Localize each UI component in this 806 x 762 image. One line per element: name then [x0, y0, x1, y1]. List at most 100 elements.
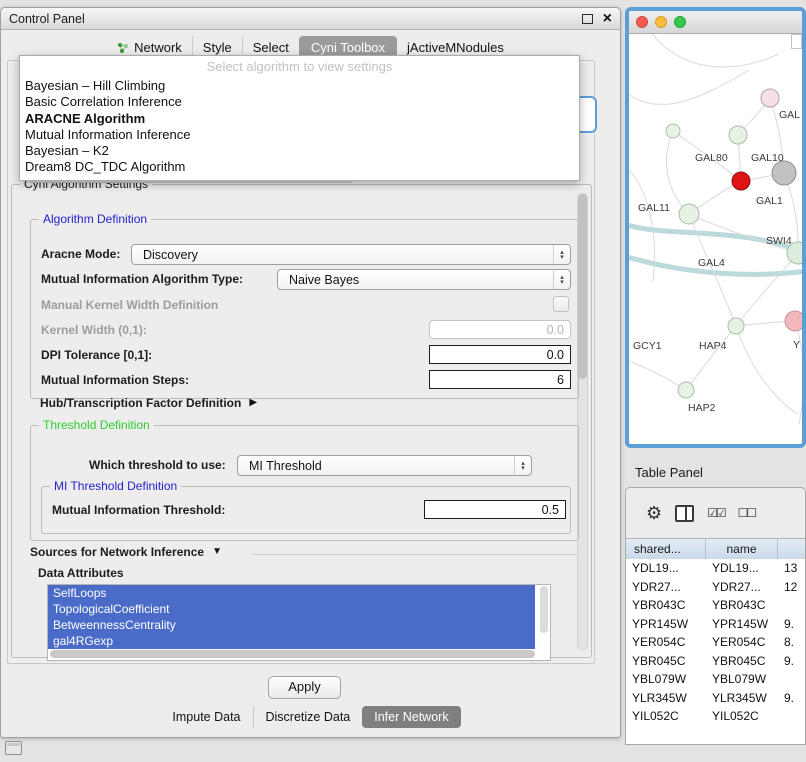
table-cell[interactable]: YBR045C [706, 652, 778, 671]
algorithm-option[interactable]: Dream8 DC_TDC Algorithm [20, 159, 579, 175]
attribute-item[interactable]: gal4RGexp [48, 633, 535, 649]
cyni-algorithm-settings-group: Cyni Algorithm Settings Algorithm Defini… [11, 184, 592, 658]
table-cell[interactable]: YDL19... [706, 559, 778, 578]
table-cell[interactable]: YBR043C [626, 596, 706, 615]
algorithm-option[interactable]: Bayesian – Hill Climbing [20, 78, 579, 94]
table-header: shared... name [626, 538, 805, 561]
table-cell[interactable]: YLR345W [706, 689, 778, 708]
network-node[interactable] [761, 89, 779, 107]
list-horizontal-scrollbar[interactable] [50, 650, 535, 658]
table-cell[interactable]: 12 [778, 578, 805, 597]
table-cell[interactable]: 9. [778, 689, 805, 708]
tab-infer-network[interactable]: Infer Network [362, 706, 460, 728]
apply-button[interactable]: Apply [268, 676, 341, 699]
node-label: GAL4 [698, 257, 725, 269]
table-cell[interactable]: YER054C [706, 633, 778, 652]
network-view-window: GALGAL80GAL10GAL11GAL1SWI4GAL4GCY1HAP4YH… [625, 7, 806, 448]
table-cell[interactable]: YIL052C [706, 707, 778, 726]
sources-section-label: Sources for Network Inference [30, 545, 204, 559]
dpi-tolerance-label: DPI Tolerance [0,1]: [41, 348, 152, 362]
table-cell[interactable]: YDR27... [626, 578, 706, 597]
table-cell[interactable] [778, 596, 805, 615]
network-node[interactable] [678, 382, 694, 398]
data-attributes-list[interactable]: SelfLoops TopologicalCoefficient Between… [47, 584, 551, 661]
table-cell[interactable]: YBL079W [626, 670, 706, 689]
network-canvas[interactable]: GALGAL80GAL10GAL11GAL1SWI4GAL4GCY1HAP4YH… [629, 34, 802, 445]
stepper-icon[interactable]: ▴▾ [553, 270, 570, 289]
table-row[interactable]: YDL19...YDL19...13 [626, 559, 805, 578]
algorithm-option-selected[interactable]: ARACNE Algorithm [20, 111, 579, 127]
network-node[interactable] [679, 204, 699, 224]
column-header-name[interactable]: name [706, 539, 778, 560]
table-row[interactable]: YDR27...YDR27...12 [626, 578, 805, 597]
table-row[interactable]: YPR145WYPR145W9. [626, 615, 805, 634]
table-cell[interactable]: 9. [778, 652, 805, 671]
table-cell[interactable]: YDL19... [626, 559, 706, 578]
which-threshold-combo[interactable]: MI Threshold ▴▾ [237, 455, 532, 476]
hub-section-toggle[interactable]: Hub/Transcription Factor Definition ▶ [40, 396, 257, 410]
table-row[interactable]: YER054CYER054C8. [626, 633, 805, 652]
algorithm-option[interactable]: Mutual Information Inference [20, 127, 579, 143]
algorithm-option[interactable]: Bayesian – K2 [20, 143, 579, 159]
stepper-icon[interactable]: ▴▾ [553, 245, 570, 264]
table-row[interactable]: YBL079WYBL079W [626, 670, 805, 689]
dpi-tolerance-field[interactable]: 0.0 [429, 345, 571, 364]
settings-scrollbar-thumb[interactable] [578, 194, 587, 379]
table-cell[interactable] [778, 707, 805, 726]
table-cell[interactable]: 13 [778, 559, 805, 578]
table-cell[interactable]: 8. [778, 633, 805, 652]
algorithm-option[interactable]: Basic Correlation Inference [20, 94, 579, 110]
table-cell[interactable]: YIL052C [626, 707, 706, 726]
table-body: YDL19...YDL19...13YDR27...YDR27...12YBR0… [626, 559, 805, 744]
table-cell[interactable]: YBL079W [706, 670, 778, 689]
table-cell[interactable]: YLR345W [626, 689, 706, 708]
attribute-item[interactable]: TopologicalCoefficient [48, 601, 535, 617]
column-header-extra[interactable] [778, 539, 805, 560]
close-light-icon[interactable] [636, 16, 648, 28]
table-row[interactable]: YBR043CYBR043C [626, 596, 805, 615]
mi-threshold-field[interactable]: 0.5 [424, 500, 566, 519]
table-cell[interactable]: 9. [778, 615, 805, 634]
network-node[interactable] [729, 126, 747, 144]
table-cell[interactable]: YDR27... [706, 578, 778, 597]
stepper-icon[interactable]: ▴▾ [514, 456, 531, 475]
network-node[interactable] [666, 124, 680, 138]
columns-icon[interactable] [675, 505, 694, 522]
mi-type-combo[interactable]: Naive Bayes ▴▾ [277, 269, 571, 290]
network-node[interactable] [728, 318, 744, 334]
table-row[interactable]: YBR045CYBR045C9. [626, 652, 805, 671]
control-panel-titlebar[interactable]: Control Panel × [1, 8, 620, 30]
mi-steps-field[interactable]: 6 [429, 370, 571, 389]
table-cell[interactable]: YPR145W [626, 615, 706, 634]
list-vertical-scrollbar[interactable] [540, 586, 548, 633]
table-cell[interactable]: YER054C [626, 633, 706, 652]
table-cell[interactable]: YBR045C [626, 652, 706, 671]
attribute-item[interactable]: BetweennessCentrality [48, 617, 535, 633]
tab-label: Cyni Toolbox [311, 40, 385, 55]
gear-icon[interactable]: ⚙ [646, 504, 662, 522]
minimize-light-icon[interactable] [655, 16, 667, 28]
manual-kernel-checkbox[interactable] [553, 296, 569, 312]
network-node[interactable] [785, 311, 802, 331]
attribute-item[interactable]: SelfLoops [48, 585, 535, 601]
network-node[interactable] [732, 172, 750, 190]
tab-discretize-data[interactable]: Discretize Data [253, 706, 363, 728]
network-window-titlebar[interactable] [629, 11, 802, 34]
table-row[interactable]: YIL052CYIL052C [626, 707, 805, 726]
table-cell[interactable]: YPR145W [706, 615, 778, 634]
panel-toggle-icon[interactable] [5, 741, 22, 755]
aracne-mode-combo[interactable]: Discovery ▴▾ [131, 244, 571, 265]
zoom-light-icon[interactable] [674, 16, 686, 28]
table-row[interactable]: YLR345WYLR345W9. [626, 689, 805, 708]
column-header-shared[interactable]: shared... [626, 539, 706, 560]
float-window-icon[interactable] [582, 14, 593, 24]
table-cell[interactable] [778, 670, 805, 689]
sources-section-toggle[interactable]: Sources for Network Inference ▼ [30, 545, 222, 559]
unchecked-boxes-icon[interactable]: ☐☐ [738, 506, 756, 520]
checked-boxes-icon[interactable]: ☑☑ [707, 506, 725, 520]
table-cell[interactable]: YBR043C [706, 596, 778, 615]
tab-impute-data[interactable]: Impute Data [160, 706, 252, 728]
network-node[interactable] [772, 161, 796, 185]
network-edge [795, 321, 802, 424]
close-icon[interactable]: × [603, 12, 612, 26]
